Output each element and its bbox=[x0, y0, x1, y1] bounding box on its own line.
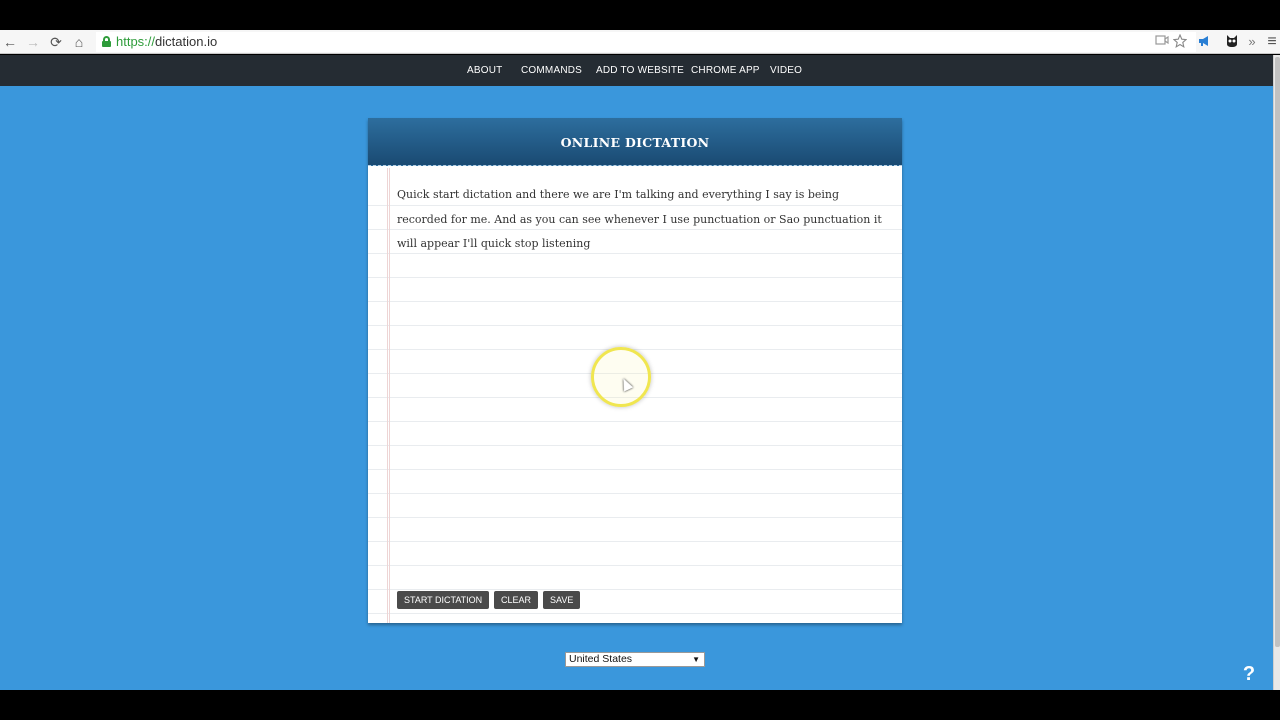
page-scrollbar[interactable] bbox=[1273, 55, 1280, 690]
scrollbar-thumb[interactable] bbox=[1275, 57, 1280, 647]
notepad-margin-line bbox=[387, 168, 390, 623]
page: ABOUT COMMANDS ADD TO WEBSITE CHROME APP… bbox=[0, 55, 1280, 690]
address-bar[interactable]: https://dictation.io bbox=[96, 32, 1196, 52]
forward-icon[interactable]: → bbox=[24, 33, 42, 51]
help-icon[interactable]: ? bbox=[1240, 663, 1258, 685]
camera-icon[interactable] bbox=[1154, 34, 1170, 50]
reload-icon[interactable]: ⟳ bbox=[47, 33, 65, 51]
owl-icon[interactable] bbox=[1224, 34, 1240, 50]
start-dictation-button[interactable]: START DICTATION bbox=[397, 591, 490, 609]
chevron-down-icon: ▼ bbox=[692, 655, 700, 664]
card-title: ONLINE DICTATION bbox=[560, 135, 710, 150]
letterbox-top bbox=[0, 0, 1280, 30]
url-text: https://dictation.io bbox=[116, 34, 218, 49]
nav-commands-link[interactable]: COMMANDS bbox=[521, 65, 582, 76]
language-select[interactable]: United States ▼ bbox=[565, 652, 705, 667]
top-navigation: ABOUT COMMANDS ADD TO WEBSITE CHROME APP… bbox=[0, 55, 1273, 86]
lock-icon bbox=[102, 36, 111, 47]
language-select-value: United States bbox=[569, 653, 633, 665]
menu-icon[interactable]: ≡ bbox=[1264, 34, 1280, 50]
nav-about-link[interactable]: ABOUT bbox=[467, 65, 502, 76]
megaphone-icon[interactable] bbox=[1196, 34, 1212, 50]
clear-button[interactable]: CLEAR bbox=[494, 591, 539, 609]
dictation-text[interactable]: Quick start dictation and there we are I… bbox=[397, 183, 887, 257]
save-button[interactable]: SAVE bbox=[543, 591, 581, 609]
click-highlight bbox=[591, 347, 651, 407]
nav-video-link[interactable]: VIDEO bbox=[770, 65, 802, 76]
back-icon[interactable]: ← bbox=[1, 33, 19, 51]
card-header: ONLINE DICTATION bbox=[368, 118, 902, 166]
overflow-icon[interactable]: » bbox=[1244, 34, 1260, 50]
browser-toolbar: ← → ⟳ ⌂ https://dictation.io » ≡ bbox=[0, 30, 1280, 54]
star-icon[interactable] bbox=[1172, 33, 1188, 50]
home-icon[interactable]: ⌂ bbox=[70, 33, 88, 51]
letterbox-bottom bbox=[0, 690, 1280, 720]
nav-chrome-app-link[interactable]: CHROME APP bbox=[691, 65, 760, 76]
nav-add-to-website-link[interactable]: ADD TO WEBSITE bbox=[596, 65, 684, 76]
